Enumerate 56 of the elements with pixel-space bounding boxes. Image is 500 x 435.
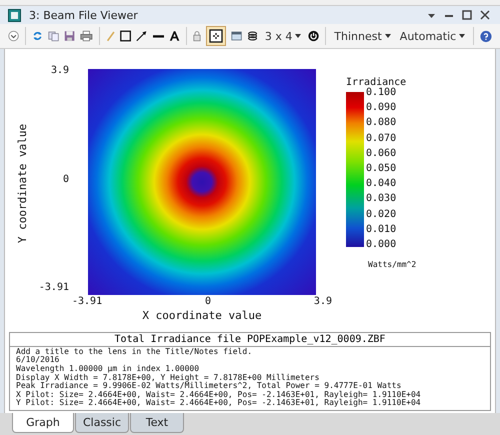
chevron-down-icon[interactable] xyxy=(8,29,20,43)
y-tick-label: -3.91 xyxy=(38,282,69,293)
caret-icon xyxy=(384,34,391,38)
y-axis-label: Y coordinate value xyxy=(16,123,30,243)
info-line: Wavelength 1.00000 µm in index 1.00000 xyxy=(16,365,200,374)
caret-icon xyxy=(295,34,302,38)
y-tick-label: 3.9 xyxy=(50,65,69,76)
x-tick-label: 3.9 xyxy=(314,296,332,307)
legend-tick-label: 0.060 xyxy=(366,148,396,159)
caret-icon xyxy=(459,34,466,38)
refresh-icon[interactable] xyxy=(32,29,44,43)
legend-units: Watts/mm^2 xyxy=(368,260,416,269)
x-tick-label: 0 xyxy=(205,296,212,307)
scale-dropdown[interactable]: Automatic xyxy=(398,30,468,42)
y-tick-label: 0 xyxy=(62,174,69,184)
info-line: Display X Width = 7.8178E+00, Y Height = 7.8178E+00 Millimeters xyxy=(16,374,320,382)
power-icon[interactable] xyxy=(308,29,320,43)
x-tick-label: -3.91 xyxy=(72,296,102,307)
window-icon[interactable] xyxy=(230,29,242,43)
info-line: Add a title to the lens in the Title/Notes field. xyxy=(16,348,254,356)
legend-tick-label: 0.100 xyxy=(366,87,396,98)
tab[interactable]: Graph xyxy=(12,413,74,433)
lock-icon[interactable] xyxy=(192,29,201,43)
window-title: 3: Beam File Viewer xyxy=(29,8,138,22)
legend-tick-label: 0.020 xyxy=(366,208,396,220)
legend-tick-label: 0.090 xyxy=(366,102,396,114)
legend-tick-label: 0.030 xyxy=(366,193,396,204)
arrow-icon[interactable] xyxy=(136,29,148,43)
legend-tick-label: 0.070 xyxy=(366,132,396,144)
info-line: Peak Irradiance = 9.9906E-02 Watts/Millimeters^2, Total Power = 9.4777E-01 Watts xyxy=(16,382,402,390)
copy-icon[interactable] xyxy=(48,29,60,43)
text-tool-icon[interactable] xyxy=(168,29,180,43)
line-style-dropdown[interactable]: Thinnest xyxy=(332,30,393,42)
printer-icon[interactable] xyxy=(80,29,94,43)
info-line: X Pilot: Size= 2.4664E+00, Waist= 2.4664E+00, Pos= -2.1463E+01, Rayleigh= 1.9110E+04 xyxy=(16,390,422,399)
tab[interactable]: Text xyxy=(130,413,184,433)
save-icon[interactable] xyxy=(64,29,76,43)
legend-tick-label: 0.040 xyxy=(366,178,396,190)
legend-tick-label: 0.000 xyxy=(366,238,396,250)
legend-tick-label: 0.010 xyxy=(366,224,396,235)
help-icon[interactable] xyxy=(480,28,492,44)
maximize-icon[interactable] xyxy=(462,10,472,20)
info-line: Y Pilot: Size= 2.4664E+00, Waist= 2.4664E+00, Pos= -2.1463E+01, Rayleigh= 1.9110E+04 xyxy=(16,399,422,408)
close-icon[interactable] xyxy=(480,10,490,20)
legend-tick-label: 0.080 xyxy=(366,117,396,128)
tab[interactable]: Classic xyxy=(75,413,129,433)
rectangle-icon[interactable] xyxy=(120,29,132,43)
x-axis-label: X coordinate value xyxy=(142,309,262,322)
info-line: 6/10/2016 xyxy=(16,356,60,364)
legend-title: Irradiance xyxy=(346,77,408,88)
legend-tick-label: 0.050 xyxy=(366,162,396,174)
fit-toggle-button[interactable] xyxy=(206,26,226,46)
app-icon xyxy=(8,8,21,22)
layers-icon[interactable] xyxy=(246,29,258,43)
grid-size-dropdown[interactable]: 3 x 4 xyxy=(262,30,304,42)
info-header: Total Irradiance file POPExample_v12_0009.ZBF xyxy=(10,332,490,347)
